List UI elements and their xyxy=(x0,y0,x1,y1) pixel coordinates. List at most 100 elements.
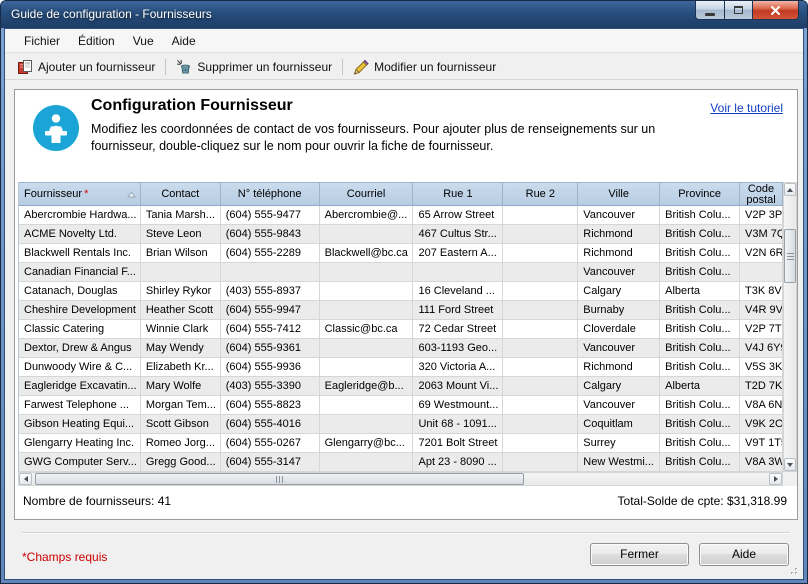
table-cell[interactable]: V4J 6Y9 xyxy=(740,339,783,358)
table-cell[interactable]: British Colu... xyxy=(660,358,740,377)
table-cell[interactable] xyxy=(503,206,578,225)
table-cell[interactable]: Vancouver xyxy=(578,206,660,225)
table-cell[interactable]: Vancouver xyxy=(578,263,660,282)
table-cell[interactable]: British Colu... xyxy=(660,263,740,282)
table-cell[interactable]: 7201 Bolt Street xyxy=(413,434,503,453)
table-cell[interactable]: British Colu... xyxy=(660,396,740,415)
column-header-courriel[interactable]: Courriel xyxy=(320,183,414,205)
table-cell[interactable]: (604) 555-2289 xyxy=(221,244,320,263)
table-row[interactable]: Gibson Heating Equi...Scott Gibson(604) … xyxy=(19,415,783,434)
table-cell[interactable]: Farwest Telephone ... xyxy=(19,396,141,415)
table-cell[interactable]: Classic Catering xyxy=(19,320,141,339)
table-cell[interactable]: Elizabeth Kr... xyxy=(141,358,221,377)
table-cell[interactable]: Alberta xyxy=(660,377,740,396)
table-cell[interactable]: Abercrombie@... xyxy=(320,206,414,225)
table-cell[interactable] xyxy=(503,282,578,301)
column-header-rue2[interactable]: Rue 2 xyxy=(503,183,578,205)
column-header-fournisseur[interactable]: Fournisseur* xyxy=(19,183,141,205)
table-cell[interactable]: ACME Novelty Ltd. xyxy=(19,225,141,244)
column-header-ville[interactable]: Ville xyxy=(578,183,660,205)
table-cell[interactable] xyxy=(320,358,414,377)
table-cell[interactable]: (604) 555-9477 xyxy=(221,206,320,225)
table-cell[interactable] xyxy=(503,415,578,434)
table-cell[interactable]: Cloverdale xyxy=(578,320,660,339)
table-cell[interactable] xyxy=(503,301,578,320)
table-cell[interactable]: Morgan Tem... xyxy=(141,396,221,415)
table-cell[interactable]: Burnaby xyxy=(578,301,660,320)
table-cell[interactable]: GWG Computer Serv... xyxy=(19,453,141,472)
table-cell[interactable]: T2D 7K0 xyxy=(740,377,783,396)
table-cell[interactable]: Winnie Clark xyxy=(141,320,221,339)
table-cell[interactable] xyxy=(320,453,414,472)
table-cell[interactable]: V8A 3W1 xyxy=(740,453,783,472)
scroll-down-button[interactable] xyxy=(784,458,796,471)
table-cell[interactable] xyxy=(503,339,578,358)
table-cell[interactable]: (604) 555-9936 xyxy=(221,358,320,377)
titlebar[interactable]: Guide de configuration - Fournisseurs xyxy=(1,1,807,28)
table-cell[interactable]: Heather Scott xyxy=(141,301,221,320)
table-cell[interactable]: British Colu... xyxy=(660,453,740,472)
table-cell[interactable]: British Colu... xyxy=(660,301,740,320)
table-cell[interactable]: Abercrombie Hardwa... xyxy=(19,206,141,225)
table-cell[interactable] xyxy=(320,263,414,282)
table-cell[interactable]: (604) 555-9843 xyxy=(221,225,320,244)
table-row[interactable]: Blackwell Rentals Inc.Brian Wilson(604) … xyxy=(19,244,783,263)
table-cell[interactable]: (604) 555-7412 xyxy=(221,320,320,339)
table-cell[interactable]: 320 Victoria A... xyxy=(413,358,503,377)
table-cell[interactable] xyxy=(503,453,578,472)
table-cell[interactable]: British Colu... xyxy=(660,320,740,339)
table-cell[interactable]: Romeo Jorg... xyxy=(141,434,221,453)
table-cell[interactable] xyxy=(503,263,578,282)
table-row[interactable]: Catanach, DouglasShirley Rykor(403) 555-… xyxy=(19,282,783,301)
table-cell[interactable]: British Colu... xyxy=(660,225,740,244)
scroll-right-button[interactable] xyxy=(769,473,782,485)
table-cell[interactable]: (403) 555-8937 xyxy=(221,282,320,301)
table-cell[interactable]: Classic@bc.ca xyxy=(320,320,414,339)
table-cell[interactable]: Vancouver xyxy=(578,339,660,358)
table-cell[interactable] xyxy=(503,358,578,377)
table-cell[interactable]: Unit 68 - 1091... xyxy=(413,415,503,434)
table-cell[interactable]: Calgary xyxy=(578,377,660,396)
menu-item-edition[interactable]: Édition xyxy=(69,31,124,51)
resize-grip[interactable] xyxy=(786,563,799,576)
table-cell[interactable] xyxy=(503,225,578,244)
table-cell[interactable]: Glengarry Heating Inc. xyxy=(19,434,141,453)
table-cell[interactable] xyxy=(320,396,414,415)
table-cell[interactable]: Dunwoody Wire & C... xyxy=(19,358,141,377)
table-cell[interactable]: 65 Arrow Street xyxy=(413,206,503,225)
table-cell[interactable]: Gregg Good... xyxy=(141,453,221,472)
table-row[interactable]: Classic CateringWinnie Clark(604) 555-74… xyxy=(19,320,783,339)
table-row[interactable]: ACME Novelty Ltd.Steve Leon(604) 555-984… xyxy=(19,225,783,244)
table-cell[interactable]: Eagleridge Excavatin... xyxy=(19,377,141,396)
table-cell[interactable]: 467 Cultus Str... xyxy=(413,225,503,244)
table-cell[interactable] xyxy=(503,434,578,453)
table-cell[interactable]: Cheshire Development xyxy=(19,301,141,320)
table-cell[interactable]: New Westmi... xyxy=(578,453,660,472)
table-row[interactable]: Farwest Telephone ...Morgan Tem...(604) … xyxy=(19,396,783,415)
column-header-code-postal[interactable]: Code postal xyxy=(740,183,783,205)
table-cell[interactable]: Glengarry@bc... xyxy=(320,434,414,453)
table-cell[interactable]: Surrey xyxy=(578,434,660,453)
table-cell[interactable]: Blackwell Rentals Inc. xyxy=(19,244,141,263)
table-cell[interactable]: 72 Cedar Street xyxy=(413,320,503,339)
table-cell[interactable]: 207 Eastern A... xyxy=(413,244,503,263)
table-cell[interactable]: Richmond xyxy=(578,358,660,377)
table-cell[interactable] xyxy=(320,339,414,358)
table-row[interactable]: Cheshire DevelopmentHeather Scott(604) 5… xyxy=(19,301,783,320)
table-cell[interactable]: Tania Marsh... xyxy=(141,206,221,225)
table-cell[interactable]: Blackwell@bc.ca xyxy=(320,244,414,263)
table-cell[interactable]: V2P 3P3 xyxy=(740,206,783,225)
add-vendor-button[interactable]: Ajouter un fournisseur xyxy=(9,56,163,78)
scroll-up-button[interactable] xyxy=(784,183,796,196)
delete-vendor-button[interactable]: Supprimer un fournisseur xyxy=(168,56,340,78)
table-cell[interactable]: British Colu... xyxy=(660,206,740,225)
table-cell[interactable]: Apt 23 - 8090 ... xyxy=(413,453,503,472)
menu-item-fichier[interactable]: Fichier xyxy=(15,31,69,51)
aide-button[interactable]: Aide xyxy=(699,543,789,566)
table-row[interactable]: Glengarry Heating Inc.Romeo Jorg...(604)… xyxy=(19,434,783,453)
table-cell[interactable]: Shirley Rykor xyxy=(141,282,221,301)
table-cell[interactable]: Coquitlam xyxy=(578,415,660,434)
table-row[interactable]: Eagleridge Excavatin...Mary Wolfe(403) 5… xyxy=(19,377,783,396)
table-cell[interactable] xyxy=(320,415,414,434)
table-cell[interactable] xyxy=(320,282,414,301)
